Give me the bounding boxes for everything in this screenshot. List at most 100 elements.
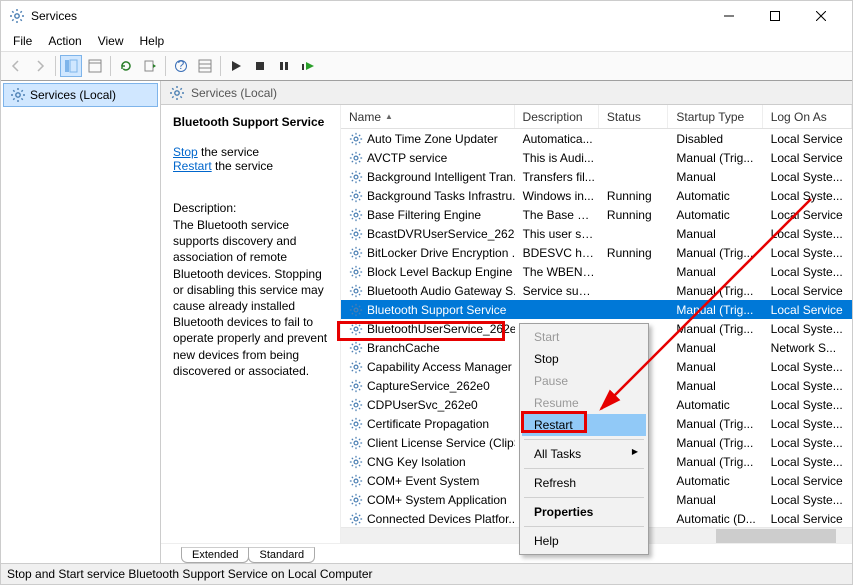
table-row[interactable]: Auto Time Zone UpdaterAutomatica...Disab…: [341, 129, 852, 148]
ctx-restart[interactable]: Restart: [522, 414, 646, 436]
cell-startup: Automatic: [668, 207, 762, 223]
col-log-on-as[interactable]: Log On As: [763, 105, 852, 128]
cell-status: [599, 138, 668, 140]
toolbar-separator: [110, 56, 111, 76]
description-text: The Bluetooth service supports discovery…: [173, 217, 330, 379]
cell-description: This user se...: [515, 226, 599, 242]
cell-startup: Manual: [668, 378, 762, 394]
cell-status: Running: [599, 188, 668, 204]
ctx-start[interactable]: Start: [522, 326, 646, 348]
forward-button[interactable]: [29, 55, 51, 77]
cell-logon: Local Service: [763, 207, 852, 223]
cell-name: CNG Key Isolation: [367, 455, 466, 469]
cell-logon: Local Service: [763, 511, 852, 527]
cell-startup: Manual (Trig...: [668, 435, 762, 451]
table-row[interactable]: BitLocker Drive Encryption ...BDESVC hos…: [341, 243, 852, 262]
scroll-thumb[interactable]: [716, 529, 836, 543]
table-row[interactable]: AVCTP serviceThis is Audi...Manual (Trig…: [341, 148, 852, 167]
col-startup-type[interactable]: Startup Type: [668, 105, 762, 128]
detail-button[interactable]: [84, 55, 106, 77]
help-button[interactable]: ?: [170, 55, 192, 77]
gear-icon: [349, 246, 363, 260]
tree-pane: Services (Local): [1, 81, 161, 563]
toolbar-separator: [165, 56, 166, 76]
cell-name: Auto Time Zone Updater: [367, 132, 498, 146]
cell-name: Certificate Propagation: [367, 417, 489, 431]
gear-icon: [349, 512, 363, 526]
cell-description: Automatica...: [515, 131, 599, 147]
cell-status: Running: [599, 245, 668, 261]
cell-startup: Automatic: [668, 397, 762, 413]
ctx-refresh[interactable]: Refresh: [522, 472, 646, 494]
start-button[interactable]: [225, 55, 247, 77]
restart-link[interactable]: Restart: [173, 159, 212, 173]
export-button[interactable]: [139, 55, 161, 77]
gear-icon: [349, 417, 363, 431]
pause-button[interactable]: [273, 55, 295, 77]
cell-startup: Automatic: [668, 188, 762, 204]
ctx-separator: [524, 468, 644, 469]
cell-status: [599, 233, 668, 235]
table-row[interactable]: Block Level Backup Engine ...The WBENG..…: [341, 262, 852, 281]
cell-logon: Local Syste...: [763, 454, 852, 470]
close-button[interactable]: [798, 1, 844, 31]
right-pane: Services (Local) Bluetooth Support Servi…: [161, 81, 852, 563]
right-pane-header: Services (Local): [161, 81, 852, 105]
show-hide-tree-button[interactable]: [60, 55, 82, 77]
cell-name: Background Tasks Infrastru...: [367, 189, 515, 203]
table-row[interactable]: Base Filtering EngineThe Base Fil...Runn…: [341, 205, 852, 224]
properties-button[interactable]: [194, 55, 216, 77]
menu-action[interactable]: Action: [40, 32, 89, 50]
cell-startup: Manual (Trig...: [668, 454, 762, 470]
gear-icon: [349, 303, 363, 317]
status-bar: Stop and Start service Bluetooth Support…: [1, 564, 852, 584]
cell-startup: Manual: [668, 359, 762, 375]
body: Services (Local) Services (Local) Blueto…: [1, 81, 852, 564]
stop-link[interactable]: Stop: [173, 145, 198, 159]
table-row[interactable]: Bluetooth Audio Gateway S...Service sup.…: [341, 281, 852, 300]
table-row[interactable]: Background Intelligent Tran...Transfers …: [341, 167, 852, 186]
ctx-pause[interactable]: Pause: [522, 370, 646, 392]
ctx-properties[interactable]: Properties: [522, 501, 646, 523]
cell-startup: Manual: [668, 492, 762, 508]
ctx-help[interactable]: Help: [522, 530, 646, 552]
right-pane-title: Services (Local): [191, 86, 277, 100]
col-name[interactable]: Name▲: [341, 105, 515, 128]
cell-name: Connected Devices Platfor...: [367, 512, 515, 526]
restart-button[interactable]: [297, 55, 319, 77]
ctx-stop[interactable]: Stop: [522, 348, 646, 370]
toolbar-separator: [220, 56, 221, 76]
cell-logon: Local Syste...: [763, 169, 852, 185]
cell-name: Bluetooth Support Service: [367, 303, 506, 317]
sort-caret-icon: ▲: [385, 112, 393, 121]
table-row[interactable]: BcastDVRUserService_262e0This user se...…: [341, 224, 852, 243]
table-row[interactable]: Background Tasks Infrastru...Windows in.…: [341, 186, 852, 205]
maximize-button[interactable]: [752, 1, 798, 31]
ctx-resume[interactable]: Resume: [522, 392, 646, 414]
cell-name: CaptureService_262e0: [367, 379, 490, 393]
col-description[interactable]: Description: [515, 105, 599, 128]
stop-button[interactable]: [249, 55, 271, 77]
ctx-all-tasks[interactable]: All Tasks▶: [522, 443, 646, 465]
refresh-button[interactable]: [115, 55, 137, 77]
minimize-button[interactable]: [706, 1, 752, 31]
cell-name: Capability Access Manager ...: [367, 360, 515, 374]
tab-extended[interactable]: Extended: [181, 547, 249, 563]
menu-view[interactable]: View: [90, 32, 132, 50]
ctx-separator: [524, 526, 644, 527]
tree-node-label: Services (Local): [30, 88, 116, 102]
col-status[interactable]: Status: [599, 105, 669, 128]
table-row[interactable]: Bluetooth Support ServiceManual (Trig...…: [341, 300, 852, 319]
cell-logon: Local Syste...: [763, 188, 852, 204]
gear-icon: [349, 227, 363, 241]
menu-help[interactable]: Help: [132, 32, 173, 50]
cell-status: [599, 176, 668, 178]
back-button[interactable]: [5, 55, 27, 77]
cell-logon: Local Syste...: [763, 245, 852, 261]
cell-startup: Manual (Trig...: [668, 283, 762, 299]
menu-file[interactable]: File: [5, 32, 40, 50]
cell-name: BranchCache: [367, 341, 440, 355]
tree-node-services-local[interactable]: Services (Local): [3, 83, 158, 107]
tab-standard[interactable]: Standard: [248, 547, 315, 563]
list-header: Name▲ Description Status Startup Type Lo…: [341, 105, 852, 129]
